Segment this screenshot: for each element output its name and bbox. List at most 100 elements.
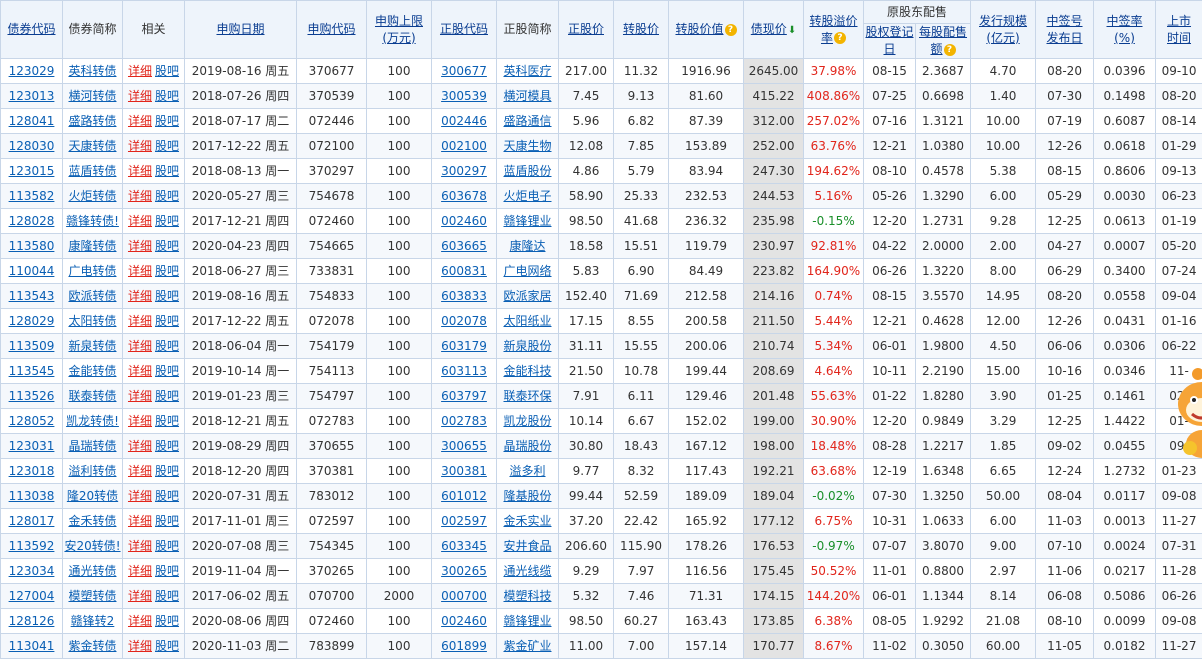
cell-bond-code-value[interactable]: 128041 xyxy=(9,114,55,128)
guba-link[interactable]: 股吧 xyxy=(155,339,179,353)
cell-bond-name-value[interactable]: 隆20转债 xyxy=(67,489,118,503)
cell-bond-code-value[interactable]: 123018 xyxy=(9,464,55,478)
cell-bond-code-value[interactable]: 113526 xyxy=(9,389,55,403)
cell-bond-code-value[interactable]: 113545 xyxy=(9,364,55,378)
detail-link[interactable]: 详细 xyxy=(128,589,152,603)
guba-link[interactable]: 股吧 xyxy=(155,139,179,153)
header-winning-rate[interactable]: 中签率 (%) xyxy=(1093,0,1157,59)
detail-link[interactable]: 详细 xyxy=(128,89,152,103)
cell-bond-name-value[interactable]: 盛路转债 xyxy=(68,114,116,128)
cell-stock-code-value[interactable]: 603179 xyxy=(441,339,487,353)
cell-stock-code-value[interactable]: 300677 xyxy=(441,64,487,78)
mascot-image[interactable] xyxy=(1168,352,1202,468)
guba-link[interactable]: 股吧 xyxy=(155,214,179,228)
cell-stock-code-value[interactable]: 601012 xyxy=(441,489,487,503)
cell-stock-name-value[interactable]: 模塑科技 xyxy=(503,589,551,603)
cell-stock-name-value[interactable]: 新泉股份 xyxy=(503,339,551,353)
detail-link[interactable]: 详细 xyxy=(128,389,152,403)
cell-bond-code-value[interactable]: 128028 xyxy=(9,214,55,228)
cell-stock-name-value[interactable]: 康隆达 xyxy=(509,239,545,253)
detail-link[interactable]: 详细 xyxy=(128,239,152,253)
header-subscription-limit[interactable]: 申购上限 (万元) xyxy=(366,0,432,59)
cell-bond-name-value[interactable]: 联泰转债 xyxy=(68,389,116,403)
guba-link[interactable]: 股吧 xyxy=(155,589,179,603)
cell-bond-code-value[interactable]: 113041 xyxy=(9,639,55,653)
cell-stock-name-value[interactable]: 盛路通信 xyxy=(503,114,551,128)
detail-link[interactable]: 详细 xyxy=(128,539,152,553)
cell-stock-name-value[interactable]: 广电网络 xyxy=(503,264,551,278)
cell-stock-code-value[interactable]: 002597 xyxy=(441,514,487,528)
cell-bond-name-value[interactable]: 英科转债 xyxy=(68,64,116,78)
guba-link[interactable]: 股吧 xyxy=(155,639,179,653)
cell-stock-code-value[interactable]: 000700 xyxy=(441,589,487,603)
cell-bond-name-value[interactable]: 横河转债 xyxy=(68,89,116,103)
cell-stock-code-value[interactable]: 603833 xyxy=(441,289,487,303)
guba-link[interactable]: 股吧 xyxy=(155,164,179,178)
cell-stock-name-value[interactable]: 溢多利 xyxy=(509,464,545,478)
cell-stock-name-value[interactable]: 英科医疗 xyxy=(503,64,551,78)
guba-link[interactable]: 股吧 xyxy=(155,414,179,428)
detail-link[interactable]: 详细 xyxy=(128,114,152,128)
cell-bond-code-value[interactable]: 123034 xyxy=(9,564,55,578)
guba-link[interactable]: 股吧 xyxy=(155,314,179,328)
cell-bond-name-value[interactable]: 通光转债 xyxy=(68,564,116,578)
header-bond-code[interactable]: 债券代码 xyxy=(0,0,63,59)
cell-stock-name-value[interactable]: 金禾实业 xyxy=(503,514,551,528)
cell-bond-code-value[interactable]: 123031 xyxy=(9,439,55,453)
cell-stock-code-value[interactable]: 601899 xyxy=(441,639,487,653)
guba-link[interactable]: 股吧 xyxy=(155,64,179,78)
detail-link[interactable]: 详细 xyxy=(128,464,152,478)
detail-link[interactable]: 详细 xyxy=(128,64,152,78)
cell-stock-code-value[interactable]: 002078 xyxy=(441,314,487,328)
header-premium-rate[interactable]: 转股溢价率? xyxy=(803,0,864,59)
cell-stock-name-value[interactable]: 联泰环保 xyxy=(503,389,551,403)
cell-stock-name-value[interactable]: 金能科技 xyxy=(503,364,551,378)
detail-link[interactable]: 详细 xyxy=(128,164,152,178)
guba-link[interactable]: 股吧 xyxy=(155,564,179,578)
cell-stock-name-value[interactable]: 紫金矿业 xyxy=(503,639,551,653)
cell-stock-code-value[interactable]: 002460 xyxy=(441,614,487,628)
detail-link[interactable]: 详细 xyxy=(128,514,152,528)
cell-stock-name-value[interactable]: 欧派家居 xyxy=(503,289,551,303)
cell-stock-name-value[interactable]: 凯龙股份 xyxy=(503,414,551,428)
cell-bond-code-value[interactable]: 123015 xyxy=(9,164,55,178)
guba-link[interactable]: 股吧 xyxy=(155,289,179,303)
cell-bond-name-value[interactable]: 广电转债 xyxy=(68,264,116,278)
guba-link[interactable]: 股吧 xyxy=(155,439,179,453)
guba-link[interactable]: 股吧 xyxy=(155,89,179,103)
cell-bond-code-value[interactable]: 113592 xyxy=(9,539,55,553)
cell-bond-name-value[interactable]: 模塑转债 xyxy=(68,589,116,603)
detail-link[interactable]: 详细 xyxy=(128,364,152,378)
header-conversion-value[interactable]: 转股价值? xyxy=(668,0,744,59)
header-listing-date[interactable]: 上市 时间 xyxy=(1155,0,1202,59)
cell-stock-name-value[interactable]: 通光线缆 xyxy=(503,564,551,578)
cell-bond-code-value[interactable]: 128030 xyxy=(9,139,55,153)
guba-link[interactable]: 股吧 xyxy=(155,464,179,478)
cell-bond-name-value[interactable]: 欧派转债 xyxy=(68,289,116,303)
cell-bond-name-value[interactable]: 太阳转债 xyxy=(68,314,116,328)
cell-stock-code-value[interactable]: 002100 xyxy=(441,139,487,153)
cell-stock-code-value[interactable]: 603345 xyxy=(441,539,487,553)
cell-bond-code-value[interactable]: 123013 xyxy=(9,89,55,103)
cell-bond-name-value[interactable]: 康隆转债 xyxy=(68,239,116,253)
guba-link[interactable]: 股吧 xyxy=(155,489,179,503)
cell-stock-name-value[interactable]: 横河模具 xyxy=(503,89,551,103)
cell-bond-code-value[interactable]: 113543 xyxy=(9,289,55,303)
detail-link[interactable]: 详细 xyxy=(128,614,152,628)
help-icon[interactable]: ? xyxy=(834,32,846,44)
help-icon[interactable]: ? xyxy=(724,23,737,36)
guba-link[interactable]: 股吧 xyxy=(155,189,179,203)
cell-bond-name-value[interactable]: 天康转债 xyxy=(68,139,116,153)
cell-bond-code-value[interactable]: 110044 xyxy=(9,264,55,278)
detail-link[interactable]: 详细 xyxy=(128,264,152,278)
guba-link[interactable]: 股吧 xyxy=(155,389,179,403)
detail-link[interactable]: 详细 xyxy=(128,314,152,328)
cell-bond-code-value[interactable]: 128126 xyxy=(9,614,55,628)
detail-link[interactable]: 详细 xyxy=(128,214,152,228)
cell-bond-code-value[interactable]: 113038 xyxy=(9,489,55,503)
guba-link[interactable]: 股吧 xyxy=(155,539,179,553)
header-bond-price[interactable]: 债现价⬇ xyxy=(743,0,804,59)
cell-bond-name-value[interactable]: 蓝盾转债 xyxy=(68,164,116,178)
cell-bond-code-value[interactable]: 128052 xyxy=(9,414,55,428)
cell-bond-code-value[interactable]: 128017 xyxy=(9,514,55,528)
